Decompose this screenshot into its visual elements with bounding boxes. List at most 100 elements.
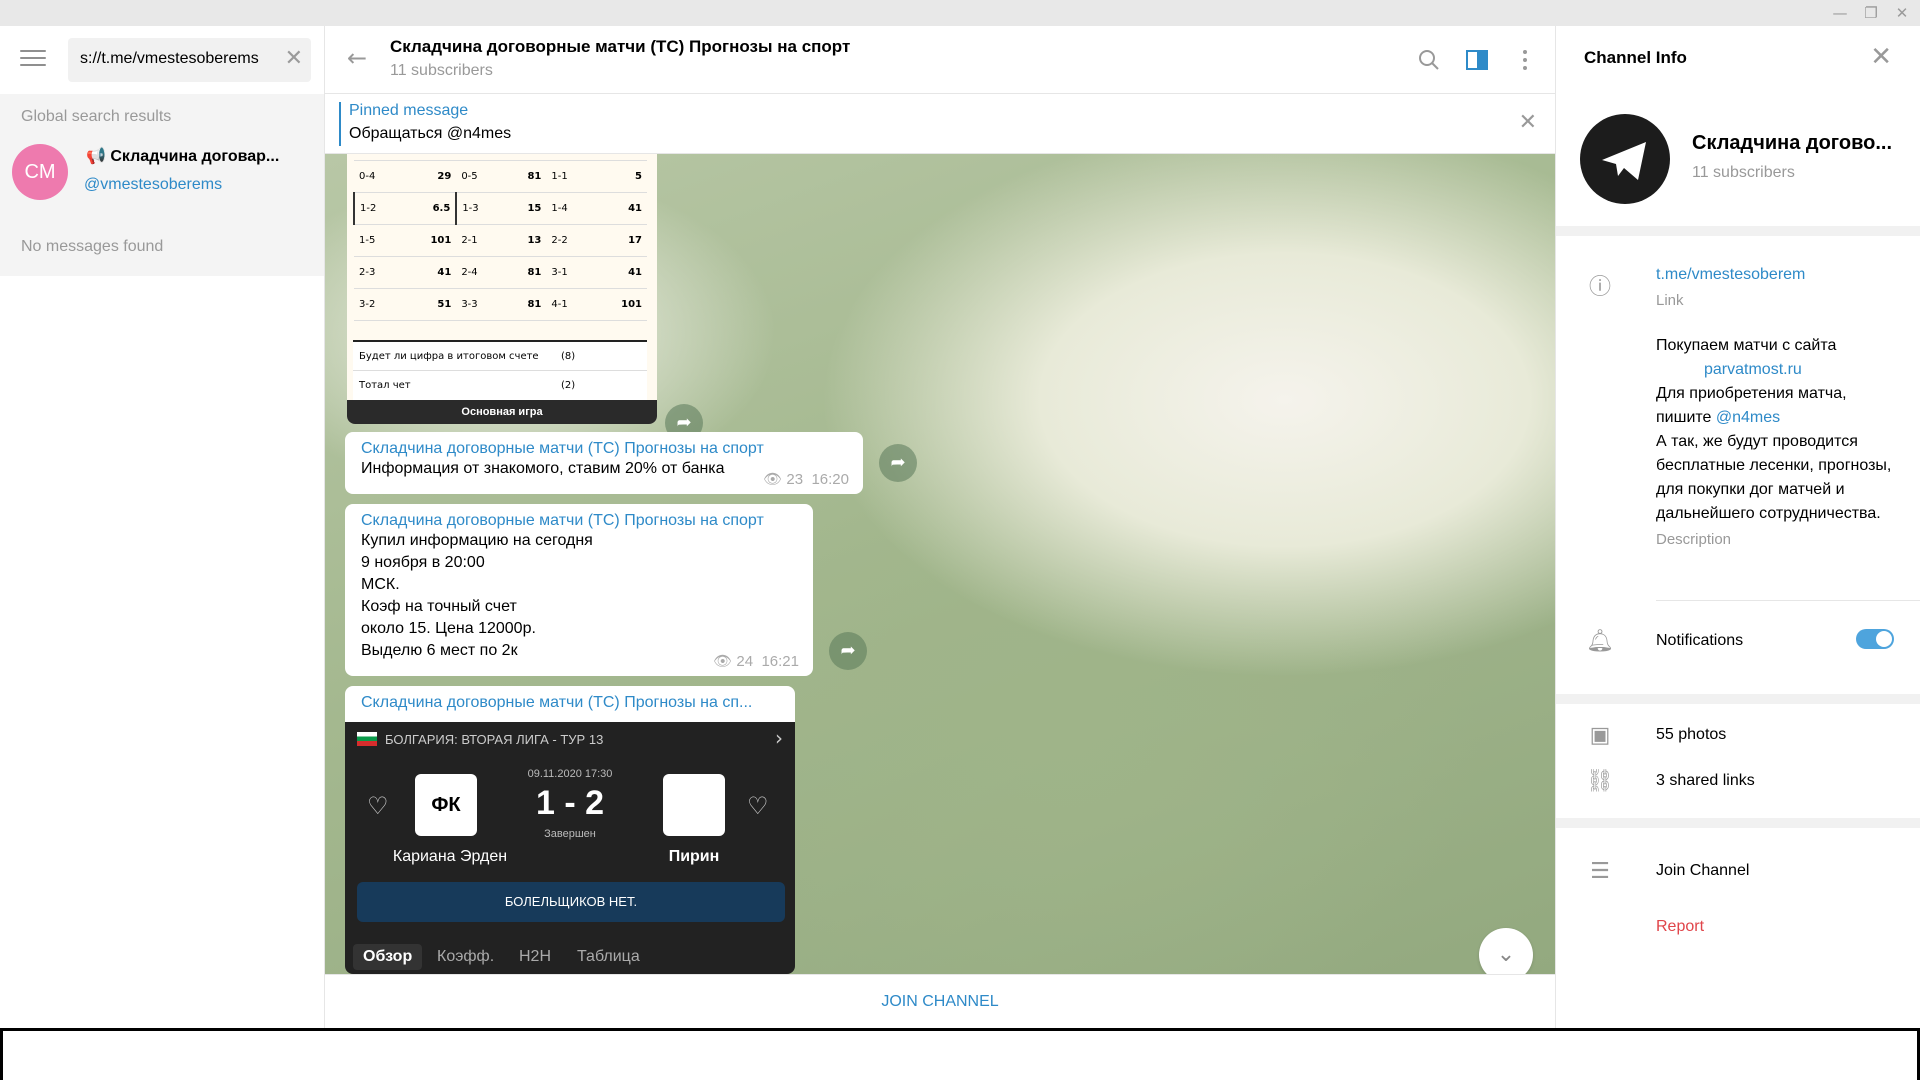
table-row: 2-3 41 2-4 81 3-1 41 (354, 256, 647, 289)
minimize-button[interactable]: — (1827, 2, 1853, 24)
away-team-name: Пирин (668, 848, 720, 865)
scroll-down-icon[interactable]: ⌄ (1479, 928, 1533, 974)
home-team-logo: ФК (415, 774, 477, 836)
chat-subscribers: 11 subscribers (390, 62, 493, 79)
hamburger-menu-icon[interactable] (20, 50, 46, 70)
message-line: Купил информацию на сегодня (361, 532, 593, 549)
left-panel: s://t.me/vmestesoberems ✕ Global search … (0, 26, 325, 1028)
link-icon: ⛓ (1586, 769, 1614, 794)
message-author[interactable]: Складчина договорные матчи (ТС) Прогнозы… (361, 440, 847, 458)
info-icon: ⓘ (1588, 275, 1611, 300)
divider (1556, 818, 1920, 828)
chat-title[interactable]: Складчина договорные матчи (ТС) Прогнозы… (390, 37, 850, 57)
list-icon: ☰ (1590, 859, 1610, 884)
photo-footer-tab: Основная игра (347, 400, 657, 424)
favorite-home-icon[interactable]: ♡ (367, 792, 389, 821)
home-team-name: Кариана Эрден (392, 848, 508, 865)
channel-link[interactable]: t.me/vmestesoberem (1656, 266, 1805, 284)
close-window-button[interactable]: ✕ (1889, 2, 1915, 24)
result-name: 📢 Складчина договар... (86, 148, 280, 165)
bulgaria-flag-icon (357, 732, 377, 746)
channel-avatar[interactable] (1580, 114, 1670, 204)
window-titlebar: — ❐ ✕ (0, 0, 1920, 26)
avatar: CM (12, 144, 68, 200)
back-arrow-icon[interactable]: ← (347, 44, 367, 72)
description-handle-link[interactable]: @n4mes (1716, 409, 1780, 426)
close-panel-icon[interactable]: ✕ (1870, 42, 1892, 72)
report-link[interactable]: Report (1656, 918, 1704, 936)
match-status: Завершен (544, 828, 596, 840)
market-row-total: Тотал чет (2) (353, 370, 647, 400)
panel-title: Channel Info (1584, 48, 1687, 67)
channel-subscribers: 11 subscribers (1692, 164, 1795, 181)
join-channel-button[interactable]: JOIN CHANNEL (325, 975, 1555, 1029)
tab-odds[interactable]: Коэфф. (437, 948, 494, 966)
message-line: около 15. Цена 12000р. (361, 620, 536, 637)
message-line: Коэф на точный счет (361, 598, 517, 615)
fans-banner[interactable]: БОЛЕЛЬЩИКОВ НЕТ. (357, 882, 785, 922)
tab-table[interactable]: Таблица (577, 948, 640, 966)
forward-icon[interactable]: ➦ (879, 444, 917, 482)
result-handle: @vmestesoberems (84, 176, 223, 193)
message-header: Складчина договорные матчи (ТС) Прогнозы… (345, 686, 795, 722)
message-bubble[interactable]: Складчина договорные матчи (ТС) Прогнозы… (345, 686, 795, 974)
market-row-digit: Будет ли цифра в итоговом счете (8) (353, 340, 647, 370)
join-channel-link[interactable]: Join Channel (1656, 862, 1749, 880)
divider (1556, 226, 1920, 236)
table-row: 1-2 6.5 1-3 15 1-4 41 (352, 192, 647, 225)
match-card[interactable]: БОЛГАРИЯ: ВТОРАЯ ЛИГА - ТУР 13 › ♡ ФК Ка… (345, 722, 795, 974)
tab-h2h[interactable]: H2H (519, 948, 551, 966)
notifications-toggle[interactable] (1856, 629, 1894, 649)
search-input[interactable]: s://t.me/vmestesoberems ✕ (68, 38, 311, 82)
description-site-link[interactable]: parvatmost.ru (1656, 358, 1906, 382)
clear-search-icon[interactable]: ✕ (285, 48, 303, 70)
maximize-button[interactable]: ❐ (1858, 2, 1884, 24)
search-icon[interactable] (1415, 46, 1443, 74)
telegram-plane-icon (1602, 142, 1646, 180)
message-author[interactable]: Складчина договорные матчи (ТС) Прогнозы… (361, 694, 779, 712)
match-score: 1 - 2 (535, 784, 605, 822)
photo-icon: ▣ (1589, 723, 1611, 748)
sidebar-toggle-icon[interactable] (1463, 46, 1491, 74)
global-search-header: Global search results (21, 108, 172, 125)
message-author[interactable]: Складчина договорные матчи (ТС) Прогнозы… (361, 512, 797, 530)
shared-links-count[interactable]: 3 shared links (1656, 772, 1755, 790)
message-meta: 👁 23 16:20 (763, 471, 849, 488)
tab-overview[interactable]: Обзор (353, 944, 423, 970)
divider (1556, 694, 1920, 704)
table-row: 0-4 29 0-5 81 1-1 5 (354, 160, 647, 193)
pinned-text: Обращаться @n4mes (349, 125, 512, 142)
link-label: Link (1656, 292, 1684, 309)
search-results: Global search results CM 📢 Складчина дог… (0, 94, 324, 276)
channel-name: Складчина догово... (1692, 132, 1892, 154)
chat-footer: JOIN CHANNEL (325, 974, 1555, 1028)
photos-count[interactable]: 55 photos (1656, 726, 1726, 744)
chat-background: 0-4 29 0-5 81 1-1 5 1-2 6.5 1-3 15 1-4 41 1-5 101 2-… (325, 154, 1555, 974)
message-meta: 👁 24 16:21 (713, 653, 799, 670)
favorite-away-icon[interactable]: ♡ (747, 792, 769, 821)
forward-icon[interactable]: ➦ (829, 632, 867, 670)
message-line: 9 ноября в 20:00 (361, 554, 485, 571)
divider (1656, 600, 1920, 601)
chat-header: ← Складчина договорные матчи (ТС) Прогно… (325, 26, 1555, 94)
channel-description: Покупаем матчи с сайта parvatmost.ru Для… (1656, 334, 1906, 552)
bottom-bar (0, 1028, 1920, 1080)
table-row: 3-2 51 3-3 81 4-1 101 (354, 288, 647, 321)
away-team-logo (663, 774, 725, 836)
close-pinned-icon[interactable]: ✕ (1519, 110, 1537, 135)
photo-message[interactable]: 0-4 29 0-5 81 1-1 5 1-2 6.5 1-3 15 1-4 41 1-5 101 2-… (347, 154, 657, 424)
message-bubble[interactable]: Складчина договорные матчи (ТС) Прогнозы… (345, 432, 863, 494)
bell-icon: 🔔︎ (1586, 629, 1614, 654)
chevron-right-icon[interactable]: › (775, 726, 783, 750)
channel-info-panel: Channel Info ✕ Складчина догово... 11 su… (1555, 26, 1920, 1028)
league-name: БОЛГАРИЯ: ВТОРАЯ ЛИГА - ТУР 13 (385, 732, 604, 747)
message-bubble[interactable]: Складчина договорные матчи (ТС) Прогнозы… (345, 504, 813, 676)
message-line: МСК. (361, 576, 400, 593)
pinned-message-bar[interactable]: Pinned message Обращаться @n4mes ✕ (325, 94, 1555, 154)
search-query[interactable]: s://t.me/vmestesoberems (80, 50, 276, 68)
no-messages-text: No messages found (21, 238, 164, 255)
description-label: Description (1656, 531, 1732, 548)
more-options-icon[interactable] (1511, 46, 1539, 74)
pinned-label: Pinned message (349, 102, 469, 119)
odds-table: 0-4 29 0-5 81 1-1 5 1-2 6.5 1-3 15 1-4 41 1-5 101 2-… (352, 154, 647, 321)
